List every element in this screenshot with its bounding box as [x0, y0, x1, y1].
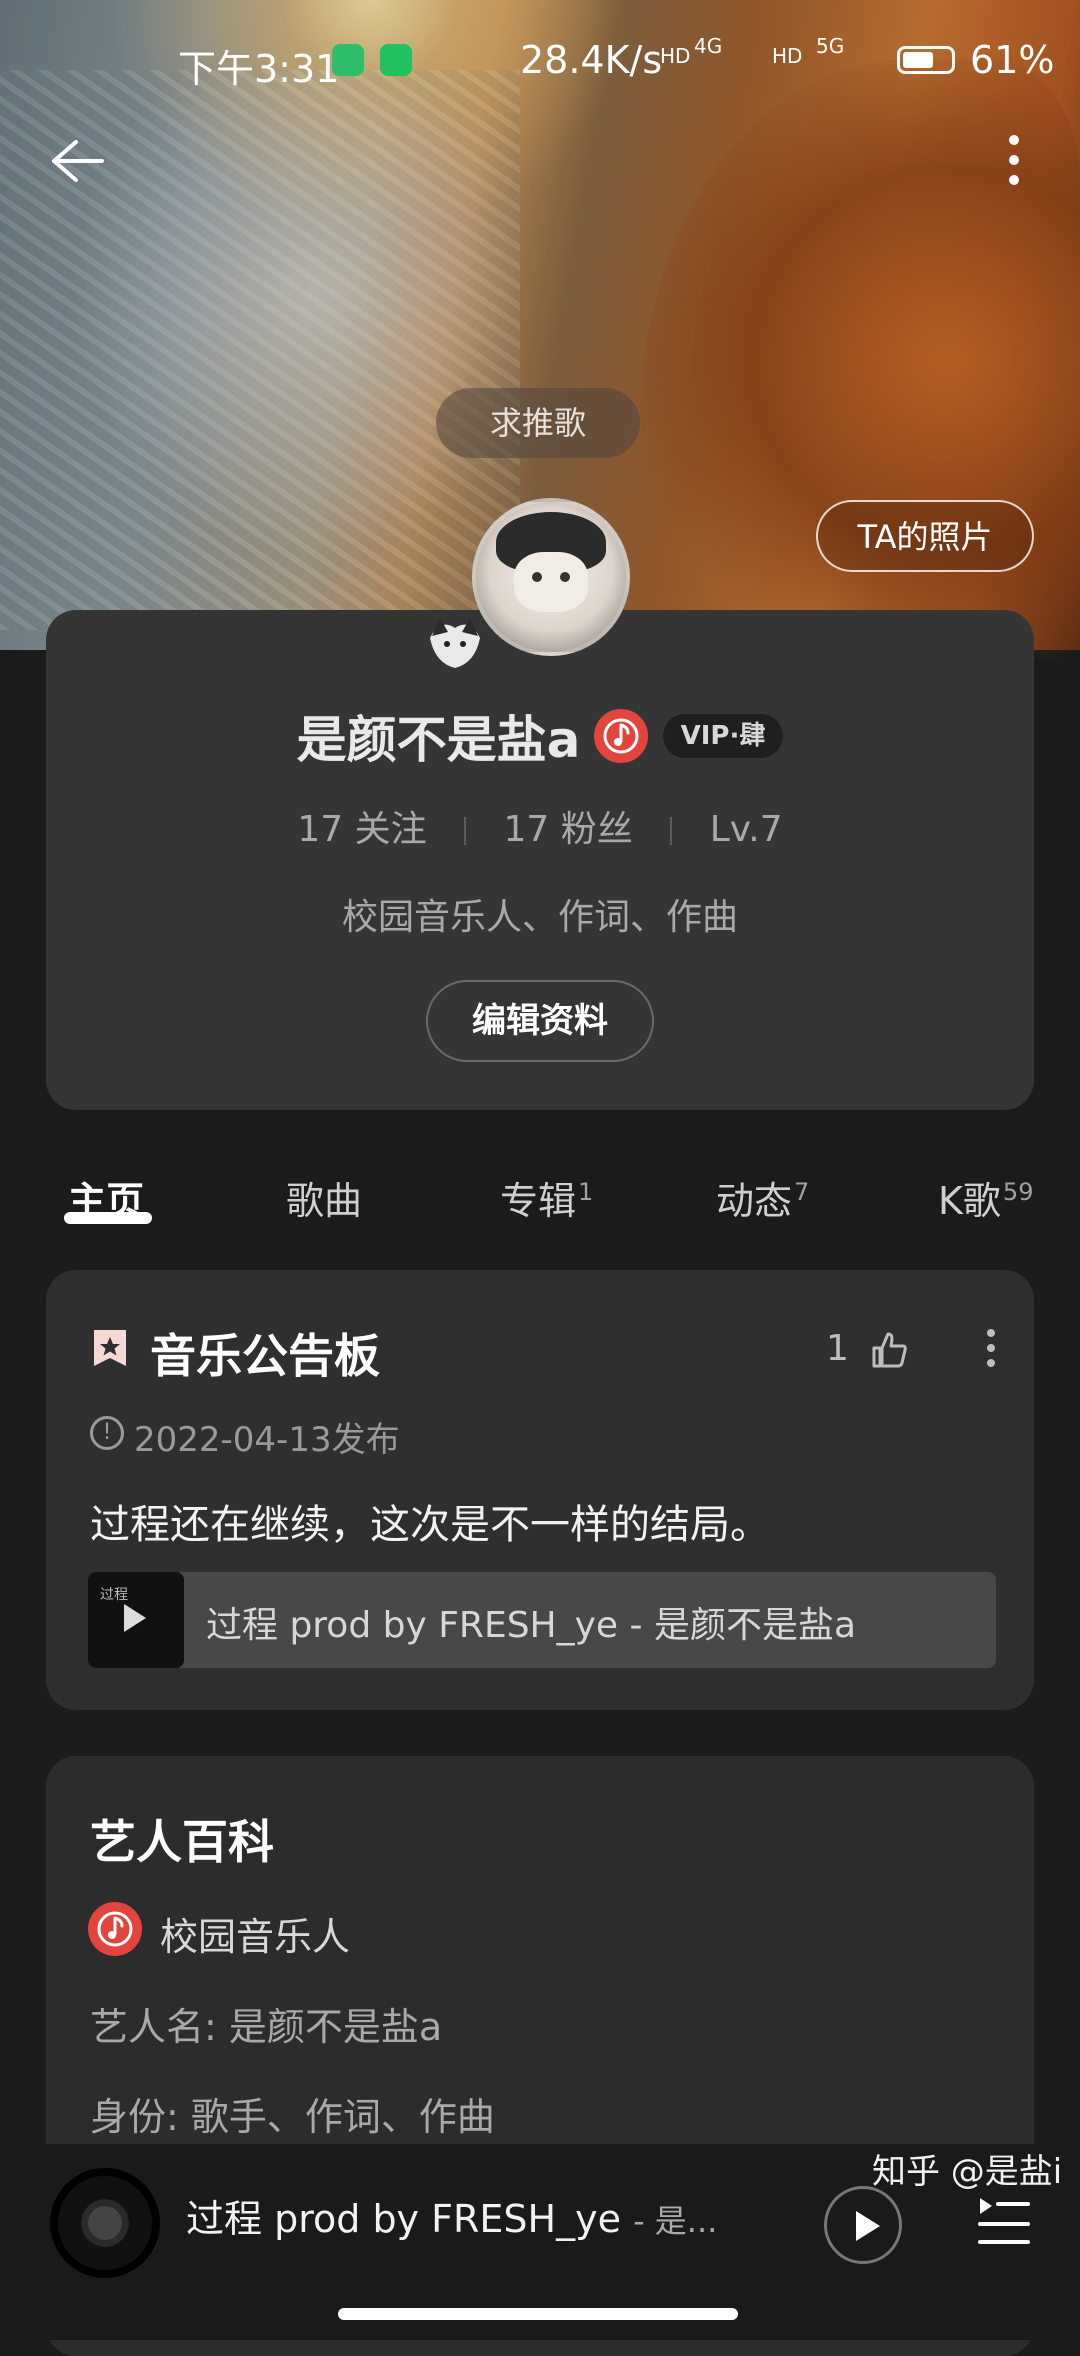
more-options-button[interactable]	[1002, 130, 1026, 190]
back-arrow-icon	[52, 140, 104, 182]
tab-label: K歌	[938, 1179, 1001, 1223]
back-button[interactable]	[46, 136, 106, 186]
musician-badge-icon	[88, 1902, 142, 1956]
song-request-chip[interactable]: 求推歌	[436, 388, 640, 458]
battery-icon	[897, 46, 955, 74]
tab-songs[interactable]: 歌曲	[286, 1170, 362, 1225]
hd-signal-icon: HD	[660, 44, 691, 68]
artist-identity-line: 身份: 歌手、作词、作曲	[90, 2095, 495, 2139]
tab-label: 动态	[716, 1179, 793, 1223]
playlist-icon[interactable]	[976, 2190, 1032, 2250]
tab-albums[interactable]: 专辑1	[500, 1170, 593, 1225]
edit-profile-button[interactable]: 编辑资料	[426, 980, 654, 1062]
board-song-item[interactable]: 过程 过程 prod by FRESH_ye - 是颜不是盐a	[88, 1572, 996, 1668]
player-title: 过程 prod by FRESH_ye	[186, 2197, 621, 2241]
user-level[interactable]: Lv.7	[710, 809, 783, 850]
following-count[interactable]: 17 关注	[297, 809, 426, 850]
5g-signal-icon: 5G	[816, 34, 845, 58]
tab-label: 歌曲	[286, 1179, 363, 1223]
play-button[interactable]	[824, 2186, 902, 2264]
info-icon: !	[90, 1416, 124, 1450]
shield-app-icon	[332, 44, 364, 76]
hd2-signal-icon: HD	[772, 44, 803, 68]
music-note-icon	[97, 1911, 133, 1947]
tab-count: 7	[794, 1178, 810, 1207]
tab-count: 59	[1002, 1178, 1034, 1207]
like-count: 1	[826, 1328, 849, 1369]
thumbs-up-icon	[872, 1332, 908, 1368]
tab-count: 1	[578, 1178, 594, 1207]
music-note-icon	[603, 718, 638, 754]
album-disc[interactable]	[50, 2168, 160, 2278]
wechat-icon	[380, 44, 412, 76]
music-board-card: 音乐公告板 1 ! 2022-04-13发布 过程还在继续，这次是不一样的结局。…	[46, 1270, 1034, 1710]
profile-name-row: 是颜不是盐a VIP·肆	[46, 700, 1034, 780]
avatar-eye	[532, 572, 542, 582]
ta-photos-button[interactable]: TA的照片	[816, 500, 1034, 572]
active-tab-indicator	[64, 1212, 152, 1224]
battery-level: 61%	[970, 38, 1055, 82]
tab-label: 专辑	[500, 1179, 577, 1223]
4g-signal-icon: 4G	[694, 34, 723, 58]
song-cover-title: 过程	[100, 1587, 128, 1603]
board-date: 2022-04-13发布	[134, 1420, 400, 1460]
tab-moments[interactable]: 动态7	[716, 1170, 809, 1225]
board-title: 音乐公告板	[150, 1329, 380, 1383]
home-indicator[interactable]	[338, 2308, 738, 2320]
profile-tabs: 主页 歌曲 专辑1 动态7 K歌59	[0, 1160, 1080, 1250]
avatar[interactable]	[472, 498, 630, 656]
board-song-title: 过程 prod by FRESH_ye - 是颜不是盐a	[206, 1605, 857, 1646]
cat-pendant-icon	[430, 618, 480, 668]
status-time: 下午3:31	[178, 47, 340, 91]
more-vertical-icon	[1009, 135, 1019, 185]
profile-stats: 17 关注 17 粉丝 Lv.7	[46, 800, 1034, 852]
avatar-face	[514, 552, 588, 612]
musician-badge-icon[interactable]	[593, 709, 648, 763]
profile-name: 是颜不是盐a	[296, 711, 581, 769]
profile-bio: 校园音乐人、作词、作曲	[341, 897, 738, 938]
vip-badge[interactable]: VIP·肆	[662, 714, 784, 758]
artist-name-line: 艺人名: 是颜不是盐a	[90, 2005, 443, 2049]
watermark: 知乎 @是盐i	[872, 2152, 1063, 2192]
player-artist: - 是...	[633, 2202, 718, 2240]
followers-count[interactable]: 17 粉丝	[504, 809, 633, 850]
like-button[interactable]: 1	[826, 1328, 910, 1370]
status-bar: 下午3:31 28.4K/s HD 4G HD 5G 61%	[0, 30, 1080, 91]
song-cover: 过程	[88, 1572, 184, 1668]
encyclopedia-badge-label: 校园音乐人	[160, 1915, 351, 1959]
play-icon	[124, 1604, 146, 1632]
bookmark-star-icon	[94, 1330, 126, 1366]
divider	[670, 817, 673, 845]
tab-karaoke[interactable]: K歌59	[938, 1170, 1033, 1225]
board-more-icon[interactable]	[986, 1328, 996, 1368]
board-text: 过程还在继续，这次是不一样的结局。	[90, 1502, 770, 1548]
divider	[464, 817, 467, 845]
encyclopedia-title: 艺人百科	[90, 1815, 274, 1869]
network-speed: 28.4K/s	[520, 38, 663, 82]
player-song-title: 过程 prod by FRESH_ye - 是...	[186, 2188, 717, 2243]
avatar-eye	[560, 572, 570, 582]
